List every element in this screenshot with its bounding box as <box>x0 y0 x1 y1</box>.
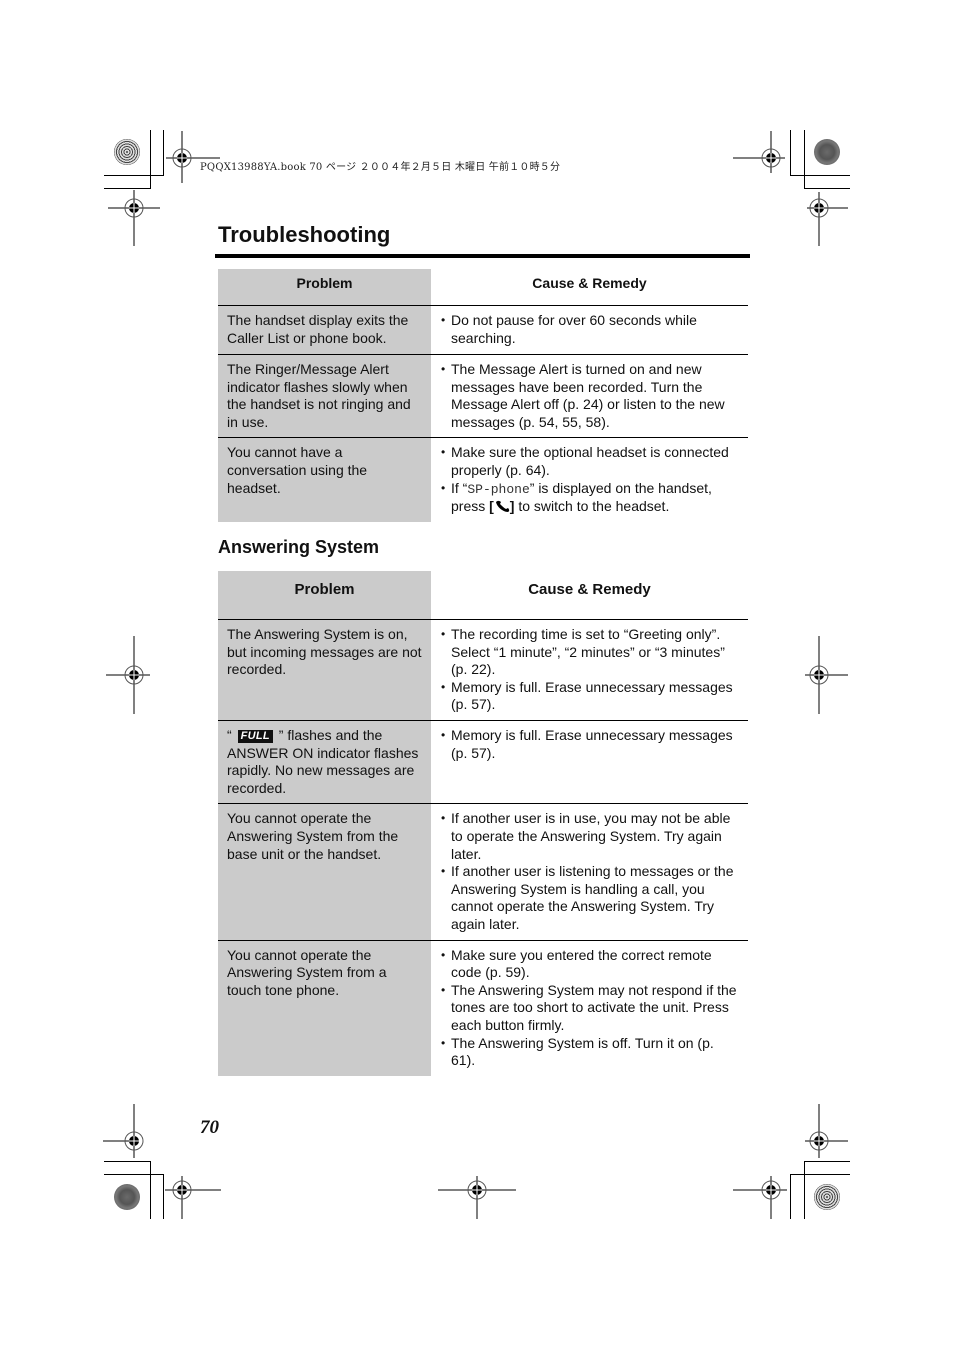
remedy-item: The Answering System is off. Turn it on … <box>441 1035 740 1070</box>
table-row: “ FULL ” flashes and the ANSWER ON indic… <box>218 719 748 804</box>
column-header-cause: Cause & Remedy <box>431 269 748 306</box>
answering-system-table: Problem Cause & Remedy The Answering Sys… <box>218 571 748 1076</box>
registration-ball-icon <box>814 139 840 165</box>
remedy-item: Memory is full. Erase unnecessary messag… <box>441 727 740 762</box>
remedy-item: If another user is listening to messages… <box>441 863 740 933</box>
header-label: Problem <box>296 275 353 291</box>
registration-ball-icon <box>114 139 140 165</box>
remedy-item: Do not pause for over 60 seconds while s… <box>441 312 740 347</box>
page-number: 70 <box>200 1117 219 1138</box>
crop-line <box>163 1174 164 1219</box>
crop-line <box>150 130 151 188</box>
registration-ball-icon <box>814 1184 840 1210</box>
table-row: You cannot operate the Answering System … <box>218 803 748 941</box>
crop-line <box>804 1161 850 1162</box>
problem-text: The Answering System is on, but incoming… <box>227 626 422 678</box>
remedy-cell: Make sure you entered the correct remote… <box>431 939 748 1076</box>
display-text-sp-phone: SP-phone <box>467 481 530 497</box>
remedy-item: Memory is full. Erase unnecessary messag… <box>441 679 740 714</box>
header-label: Problem <box>294 581 355 598</box>
talk-phone-icon <box>495 501 509 513</box>
crop-line <box>790 130 791 175</box>
crosshair-icon <box>438 1176 516 1219</box>
problem-cell: You cannot operate the Answering System … <box>218 803 431 941</box>
remedy-cell: Memory is full. Erase unnecessary messag… <box>431 719 748 804</box>
remedy-item: The Answering System may not respond if … <box>441 982 740 1035</box>
crop-line <box>804 1161 805 1219</box>
problem-cell: You cannot have a conversation using the… <box>218 437 431 522</box>
remedy-item: Make sure the optional headset is connec… <box>441 444 740 479</box>
registration-ball-icon <box>114 1184 140 1210</box>
table-header-row: Problem Cause & Remedy <box>218 571 748 620</box>
problem-cell: The handset display exits the Caller Lis… <box>218 305 431 355</box>
remedy-cell: Make sure the optional headset is connec… <box>431 437 748 522</box>
crosshair-icon <box>165 1176 221 1219</box>
table-row: You cannot have a conversation using the… <box>218 437 748 522</box>
problem-text-part: “ <box>227 727 236 743</box>
crosshair-icon <box>733 1176 787 1219</box>
header-label: Cause & Remedy <box>528 581 651 598</box>
problem-text: The Ringer/Message Alert indicator flash… <box>227 361 411 430</box>
remedy-item: The Message Alert is turned on and new m… <box>441 361 740 431</box>
problem-text: You cannot have a conversation using the… <box>227 444 368 496</box>
column-header-problem: Problem <box>218 571 431 620</box>
crop-line <box>790 1174 791 1219</box>
full-display-badge: FULL <box>237 730 273 743</box>
problem-text: The handset display exits the Caller Lis… <box>227 312 409 346</box>
crop-line <box>104 188 151 189</box>
problem-cell: The Ringer/Message Alert indicator flash… <box>218 353 431 438</box>
column-header-problem: Problem <box>218 269 431 306</box>
crop-line <box>804 130 805 188</box>
problem-cell: You cannot operate the Answering System … <box>218 939 431 1076</box>
remedy-cell: The recording time is set to “Greeting o… <box>431 619 748 721</box>
remedy-item: Make sure you entered the correct remote… <box>441 947 740 982</box>
crosshair-icon <box>805 636 848 714</box>
crosshair-icon <box>807 192 848 246</box>
crosshair-icon <box>103 1104 144 1158</box>
remedy-item: The recording time is set to “Greeting o… <box>441 626 740 679</box>
problem-text: “ FULL ” flashes and the ANSWER ON indic… <box>218 721 431 803</box>
page-title: Troubleshooting <box>218 222 391 247</box>
remedy-cell: The Message Alert is turned on and new m… <box>431 353 748 438</box>
crop-line <box>104 1174 164 1175</box>
table-row: You cannot operate the Answering System … <box>218 939 748 1076</box>
remedy-item: If another user is in use, you may not b… <box>441 810 740 863</box>
crop-line <box>790 1174 850 1175</box>
remedy-text: If “ <box>451 479 468 496</box>
crop-line <box>104 1161 151 1162</box>
title-rule <box>215 254 750 258</box>
crop-line <box>163 130 164 175</box>
crosshair-icon <box>166 131 220 183</box>
crosshair-icon <box>733 131 785 173</box>
problem-cell: The Answering System is on, but incoming… <box>218 619 431 721</box>
crop-line <box>804 188 850 189</box>
remedy-text: to switch to the headset. <box>514 498 670 515</box>
remedy-item: If “SP-phone” is displayed on the handse… <box>441 480 740 516</box>
remedy-cell: Do not pause for over 60 seconds while s… <box>431 305 748 355</box>
table-row: The Answering System is on, but incoming… <box>218 619 748 721</box>
problem-text: You cannot operate the Answering System … <box>227 946 387 998</box>
crosshair-icon <box>108 190 160 246</box>
remedy-cell: If another user is in use, you may not b… <box>431 803 748 941</box>
problem-cell: “ FULL ” flashes and the ANSWER ON indic… <box>218 719 431 804</box>
troubleshooting-table: Problem Cause & Remedy The handset displ… <box>218 269 748 522</box>
table-header-row: Problem Cause & Remedy <box>218 269 748 306</box>
problem-text: You cannot operate the Answering System … <box>227 810 399 862</box>
section-heading-answering-system: Answering System <box>218 537 380 557</box>
column-header-cause: Cause & Remedy <box>431 571 748 620</box>
header-label: Cause & Remedy <box>532 275 647 291</box>
crosshair-icon <box>106 636 150 714</box>
crop-line <box>790 175 850 176</box>
crosshair-icon <box>805 1104 848 1158</box>
talk-key: [] <box>489 498 514 514</box>
table-row: The Ringer/Message Alert indicator flash… <box>218 353 748 438</box>
crop-line <box>104 175 164 176</box>
print-header: PQQX13988YA.book 70 ページ ２００４年２月５日 木曜日 午前… <box>200 162 561 173</box>
table-row: The handset display exits the Caller Lis… <box>218 305 748 355</box>
crop-line <box>150 1161 151 1219</box>
